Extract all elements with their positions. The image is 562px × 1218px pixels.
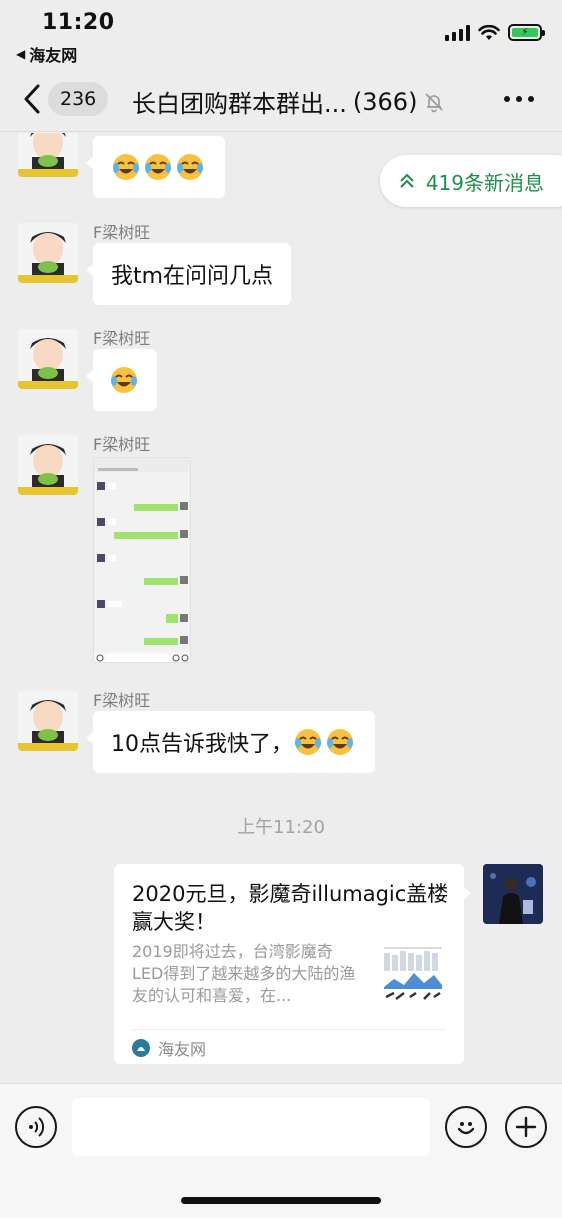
message-bubble[interactable] (86, 136, 225, 198)
message-list[interactable]: 419条新消息 F梁树旺 我tm在问问几点 F梁树旺 F梁树旺 F梁树旺 10点… (0, 133, 562, 1083)
link-card-thumbnail (380, 941, 446, 1007)
chat-title: 长白团购群本群出... (366) (132, 84, 445, 119)
back-app-label: 海友网 (29, 46, 78, 65)
message-item: F梁树旺 (0, 433, 562, 673)
message-item: F梁树旺 10点告诉我快了， (0, 689, 562, 779)
mute-bell-icon (425, 92, 444, 112)
link-card-title: 2020元旦，影魔奇illumagic盖楼赢大奖！ (132, 882, 449, 934)
link-card-description: 2019即将过去，台湾影魔奇LED得到了越来越多的大陆的渔友的认可和喜爱，在..… (132, 942, 356, 1005)
message-bubble[interactable]: 我tm在问问几点 (85, 243, 292, 305)
crying-laughing-emoji-icon (325, 727, 355, 757)
link-card-source-name: 海友网 (158, 1040, 207, 1059)
message-text: 我tm在问问几点 (111, 264, 274, 289)
member-count: (366) (352, 87, 418, 116)
more-options-button[interactable] (504, 96, 534, 102)
double-chevron-up-icon (400, 173, 414, 188)
message-bubble[interactable] (86, 349, 157, 411)
emoji-button[interactable] (445, 1106, 487, 1148)
sender-name: F梁树旺 (93, 223, 151, 242)
link-card-message[interactable]: 2020元旦，影魔奇illumagic盖楼赢大奖！ 2019即将过去，台湾影魔奇… (114, 864, 471, 1064)
battery-icon: ⚡ (508, 24, 545, 41)
sender-avatar[interactable] (18, 133, 78, 177)
crying-laughing-emoji-icon (293, 727, 323, 757)
sender-avatar[interactable] (18, 223, 78, 283)
crying-laughing-emoji-icon (111, 152, 141, 182)
my-avatar[interactable] (483, 864, 543, 924)
smile-icon (457, 1122, 475, 1135)
link-card-divider (132, 1029, 446, 1030)
message-item: F梁树旺 我tm在问问几点 (0, 221, 562, 311)
status-time: 11:20 (42, 10, 115, 35)
crying-laughing-emoji-icon (143, 152, 173, 182)
status-icons: ⚡ (445, 24, 545, 41)
unread-count-badge[interactable]: 236 (48, 82, 109, 116)
new-messages-banner[interactable]: 419条新消息 (379, 155, 562, 207)
source-logo-icon (132, 1039, 150, 1057)
back-chevron-icon[interactable] (20, 82, 44, 116)
sender-name: F梁树旺 (93, 691, 151, 710)
group-name: 长白团购群本群出... (132, 90, 347, 118)
sender-name: F梁树旺 (93, 435, 151, 454)
message-timestamp: 上午11:20 (237, 817, 325, 838)
message-text: 10点告诉我快了， (111, 732, 293, 757)
back-to-app-link[interactable]: ◀ 海友网 (16, 42, 77, 66)
plus-icon (515, 1116, 537, 1138)
voice-wave-icon (29, 1117, 45, 1137)
voice-input-button[interactable] (15, 1106, 57, 1148)
home-indicator[interactable] (181, 1197, 381, 1204)
message-input[interactable] (72, 1098, 430, 1156)
more-functions-button[interactable] (505, 1106, 547, 1148)
wifi-icon (478, 24, 500, 40)
sender-avatar[interactable] (18, 691, 78, 751)
sender-avatar[interactable] (18, 435, 78, 495)
message-item: F梁树旺 (0, 327, 562, 417)
new-messages-label: 419条新消息 (425, 170, 544, 195)
image-message[interactable] (93, 457, 191, 663)
message-bubble[interactable]: 10点告诉我快了， (86, 711, 375, 773)
crying-laughing-emoji-icon (175, 152, 205, 182)
crying-laughing-emoji-icon (109, 365, 139, 395)
sender-name: F梁树旺 (93, 329, 151, 348)
cellular-signal-icon (445, 24, 470, 41)
chat-header: 236 长白团购群本群出... (366) (0, 68, 562, 132)
status-bar: 11:20 ◀ 海友网 ⚡ (0, 0, 562, 68)
link-card-source: 海友网 (132, 1036, 206, 1060)
back-triangle-icon: ◀ (16, 47, 26, 61)
sender-avatar[interactable] (18, 329, 78, 389)
